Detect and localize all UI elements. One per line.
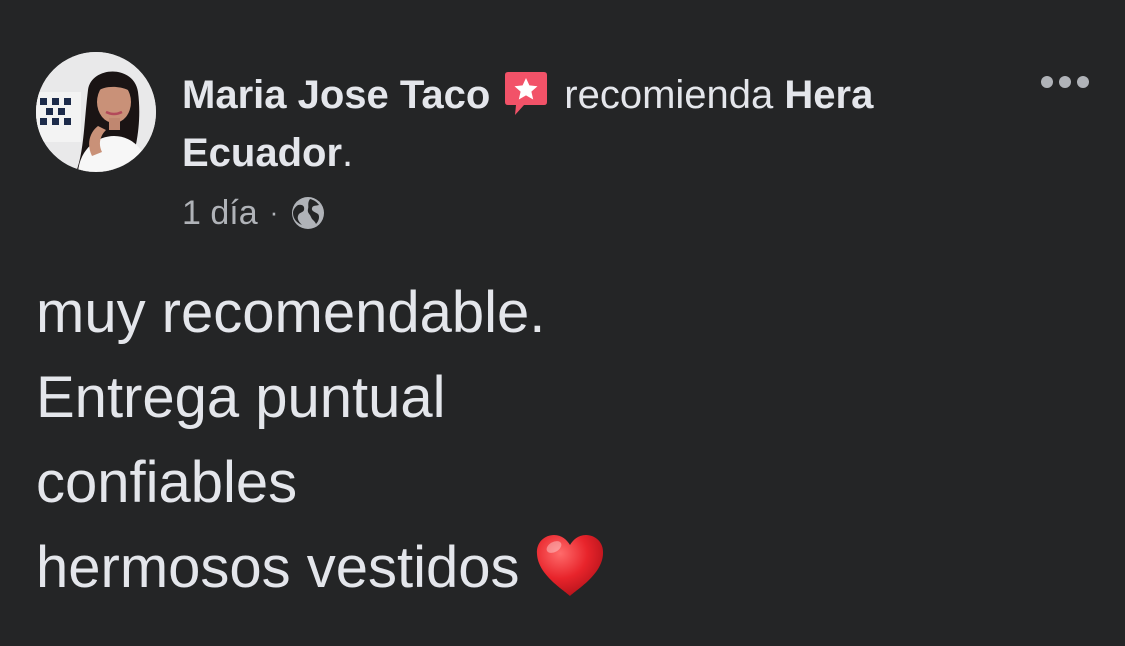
post-body: muy recomendable. Entrega puntual confia… [36,270,606,610]
recommend-verb: recomienda [564,73,774,117]
page-suffix: . [342,131,354,175]
author-name[interactable]: Maria Jose Taco [182,73,490,117]
review-post: Maria Jose Taco recomienda Hera Ecuador.… [0,0,1125,646]
timestamp[interactable]: 1 día [182,194,258,233]
body-line: confiables [36,450,298,515]
meta-separator: · [269,196,279,227]
heart-icon [536,534,603,596]
body-line: Entrega puntual [36,365,446,430]
post-meta: 1 día · [182,188,326,238]
recommendation-star-icon [505,72,548,116]
post-header: Maria Jose Taco recomienda Hera Ecuador. [182,66,1002,182]
globe-icon[interactable] [290,195,326,231]
body-line: muy recomendable. [36,280,546,345]
avatar[interactable] [36,52,156,172]
body-line-with-emoji: hermosos vestidos [36,525,606,610]
more-options-button[interactable] [1030,60,1100,104]
avatar-photo [36,52,156,172]
body-line: hermosos vestidos [36,535,520,600]
more-options-icon [1041,76,1089,88]
